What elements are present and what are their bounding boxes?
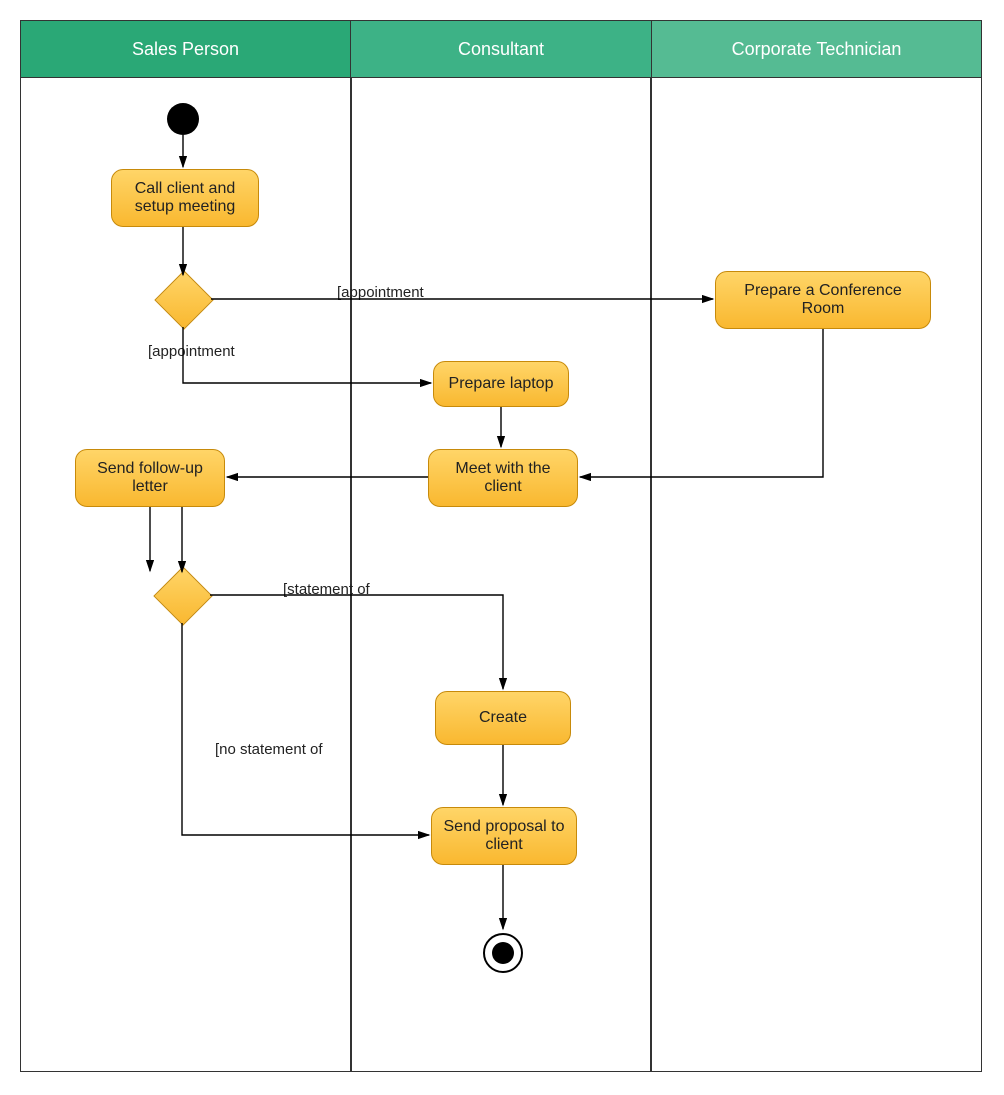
lane-divider <box>350 77 352 1071</box>
decision-appointment <box>154 270 213 329</box>
swimlane-header-consultant: Consultant <box>351 21 652 77</box>
end-node <box>483 933 523 973</box>
edge-label-appointment-2: [appointment <box>148 343 235 360</box>
activity-meet-client: Meet with the client <box>428 449 578 507</box>
activity-call-client: Call client and setup meeting <box>111 169 259 227</box>
activity-create: Create <box>435 691 571 745</box>
edge-label-appointment-1: [appointment <box>337 284 424 301</box>
swimlane-header-technician: Corporate Technician <box>652 21 981 77</box>
swimlane-header-sales: Sales Person <box>21 21 351 77</box>
lane-divider <box>650 77 652 1071</box>
activity-send-proposal: Send proposal to client <box>431 807 577 865</box>
activity-prepare-laptop: Prepare laptop <box>433 361 569 407</box>
swimlane-header-row: Sales Person Consultant Corporate Techni… <box>21 21 981 78</box>
activity-send-followup: Send follow-up letter <box>75 449 225 507</box>
start-node <box>167 103 199 135</box>
decision-statement <box>153 566 212 625</box>
activity-prepare-conf-room: Prepare a Conference Room <box>715 271 931 329</box>
edge-label-no-statement: [no statement of <box>215 741 323 758</box>
swimlane-diagram: Sales Person Consultant Corporate Techni… <box>20 20 982 1072</box>
edge-label-statement: [statement of <box>283 581 370 598</box>
